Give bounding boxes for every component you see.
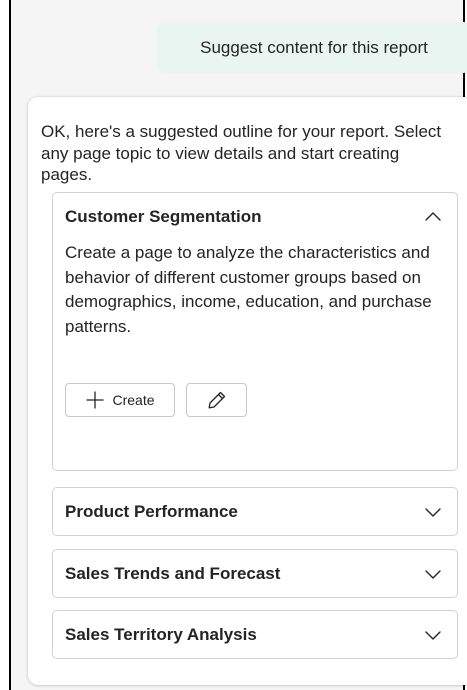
chevron-down-icon [425, 631, 441, 640]
assistant-reply-card: OK, here's a suggested outline for your … [28, 97, 467, 685]
plus-icon [86, 391, 105, 409]
create-button-label: Create [112, 392, 155, 408]
topic-header-sales-territory-analysis[interactable]: Sales Territory Analysis [53, 611, 457, 659]
topic-customer-segmentation: Customer Segmentation Create a page to a… [52, 192, 458, 471]
topic-header-customer-segmentation[interactable]: Customer Segmentation [53, 193, 457, 241]
chat-panel: Suggest content for this report OK, here… [9, 0, 467, 690]
topic-title: Sales Territory Analysis [65, 625, 257, 644]
topic-product-performance: Product Performance [52, 487, 458, 536]
reply-intro-text: OK, here's a suggested outline for your … [41, 122, 442, 184]
chevron-down-icon [425, 570, 441, 579]
edit-prompt-button[interactable] [186, 383, 247, 417]
chevron-up-icon [425, 212, 441, 221]
create-page-button[interactable]: Create [65, 383, 175, 417]
topic-sales-trends-forecast: Sales Trends and Forecast [52, 549, 458, 598]
topic-sales-territory-analysis: Sales Territory Analysis [52, 610, 458, 659]
pencil-icon [208, 391, 225, 409]
topic-description: Create a page to analyze the characteris… [65, 243, 432, 336]
topic-header-product-performance[interactable]: Product Performance [53, 488, 457, 536]
chevron-down-icon [425, 508, 441, 517]
user-message-bubble: Suggest content for this report [157, 22, 467, 73]
topic-title: Customer Segmentation [65, 207, 262, 226]
topic-title: Product Performance [65, 502, 238, 521]
topic-header-sales-trends-forecast[interactable]: Sales Trends and Forecast [53, 550, 457, 598]
topic-title: Sales Trends and Forecast [65, 564, 281, 583]
user-message-text: Suggest content for this report [200, 37, 428, 57]
